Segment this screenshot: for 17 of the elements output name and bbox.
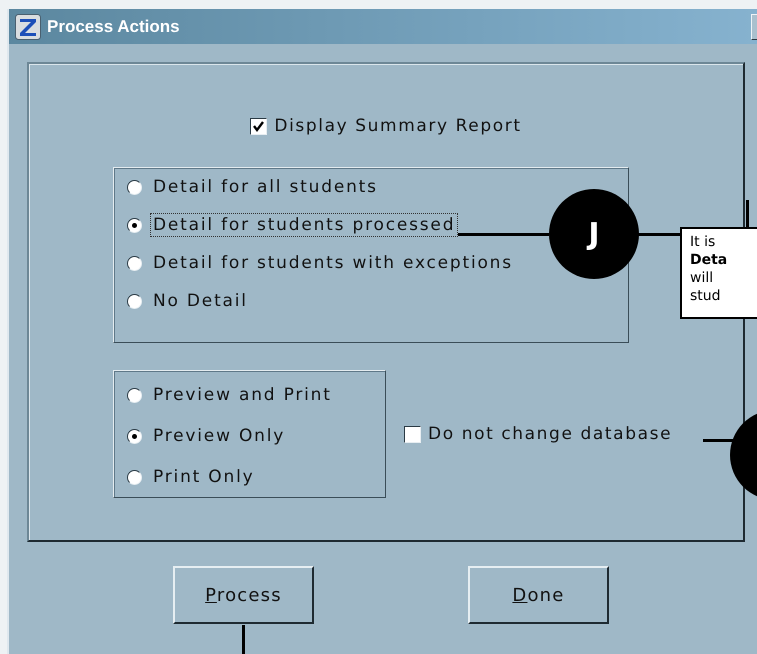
output-radio-option[interactable]: Print Only xyxy=(127,465,258,489)
leader-line xyxy=(746,200,749,228)
app-logo-icon xyxy=(15,14,41,40)
detail-radio-option[interactable]: Detail for all students xyxy=(127,175,381,199)
window-title: Process Actions xyxy=(47,16,180,36)
leader-line xyxy=(703,439,733,442)
callout-note: It is Deta will stud xyxy=(680,227,757,319)
do-not-change-database-checkbox[interactable]: Do not change database xyxy=(404,424,672,444)
output-radio-option[interactable]: Preview Only xyxy=(127,424,288,448)
output-radio-option[interactable]: Preview and Print xyxy=(127,383,335,407)
detail-radio-option[interactable]: Detail for students with exceptions xyxy=(127,251,516,275)
dialog-button[interactable]: Process xyxy=(173,566,314,624)
dialog-button[interactable]: Done xyxy=(468,566,609,624)
leader-line xyxy=(638,233,682,236)
display-summary-checkbox[interactable]: Display Summary Report xyxy=(250,116,522,136)
leader-line xyxy=(242,625,245,654)
detail-radio-option[interactable]: No Detail xyxy=(127,289,251,313)
